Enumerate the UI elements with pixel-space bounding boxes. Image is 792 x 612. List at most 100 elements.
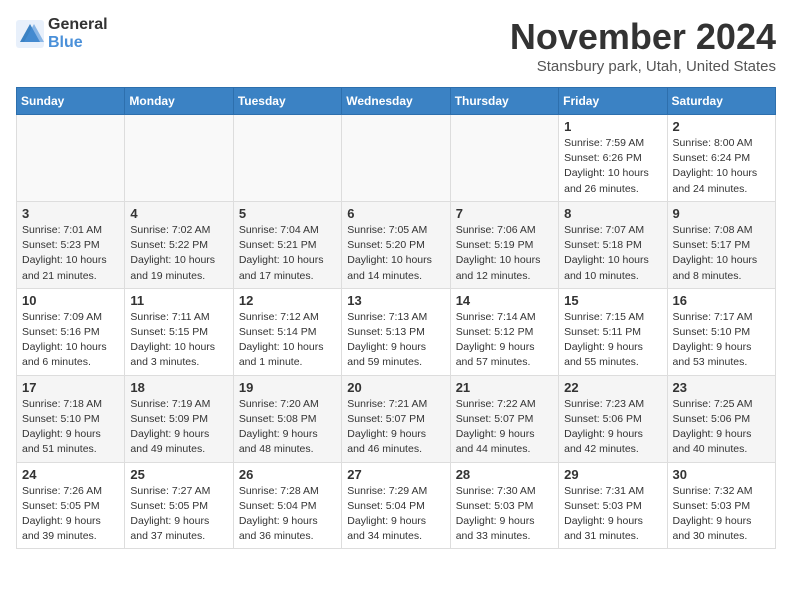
calendar-cell: 27 Sunrise: 7:29 AM Sunset: 5:04 PM Dayli…: [342, 462, 450, 549]
day-info: Sunrise: 7:08 AM Sunset: 5:17 PM Dayligh…: [673, 223, 770, 284]
calendar-cell: 22 Sunrise: 7:23 AM Sunset: 5:06 PM Dayli…: [559, 375, 667, 462]
calendar-cell: [450, 115, 558, 202]
calendar-cell: 6Sunrise: 7:05 AM Sunset: 5:20 PM Daylig…: [342, 201, 450, 288]
day-number: 28: [456, 467, 553, 482]
day-info: Sunrise: 7:27 AM Sunset: 5:05 PM Dayligh…: [130, 484, 227, 545]
calendar-cell: 1 Sunrise: 7:59 AM Sunset: 6:26 PM Daylig…: [559, 115, 667, 202]
day-number: 10: [22, 293, 119, 308]
day-info: Sunrise: 7:13 AM Sunset: 5:13 PM Dayligh…: [347, 310, 444, 371]
day-info: Sunrise: 7:17 AM Sunset: 5:10 PM Dayligh…: [673, 310, 770, 371]
calendar-cell: 14Sunrise: 7:14 AM Sunset: 5:12 PM Dayli…: [450, 288, 558, 375]
logo: General Blue: [16, 16, 108, 51]
day-number: 13: [347, 293, 444, 308]
day-number: 23: [673, 380, 770, 395]
day-number: 20: [347, 380, 444, 395]
day-number: 11: [130, 293, 227, 308]
calendar-cell: [17, 115, 125, 202]
day-number: 3: [22, 206, 119, 221]
day-number: 5: [239, 206, 336, 221]
day-info: Sunrise: 7:11 AM Sunset: 5:15 PM Dayligh…: [130, 310, 227, 371]
day-info: Sunrise: 7:02 AM Sunset: 5:22 PM Dayligh…: [130, 223, 227, 284]
calendar-cell: [233, 115, 341, 202]
day-number: 12: [239, 293, 336, 308]
calendar-week-1: 1 Sunrise: 7:59 AM Sunset: 6:26 PM Daylig…: [17, 115, 776, 202]
day-info: Sunrise: 7:20 AM Sunset: 5:08 PM Dayligh…: [239, 397, 336, 458]
day-number: 15: [564, 293, 661, 308]
calendar-cell: 7 Sunrise: 7:06 AM Sunset: 5:19 PM Daylig…: [450, 201, 558, 288]
day-info: Sunrise: 7:01 AM Sunset: 5:23 PM Dayligh…: [22, 223, 119, 284]
calendar-cell: 15 Sunrise: 7:15 AM Sunset: 5:11 PM Dayli…: [559, 288, 667, 375]
day-number: 22: [564, 380, 661, 395]
calendar-cell: 19 Sunrise: 7:20 AM Sunset: 5:08 PM Dayli…: [233, 375, 341, 462]
day-info: Sunrise: 8:00 AM Sunset: 6:24 PM Dayligh…: [673, 136, 770, 197]
day-number: 8: [564, 206, 661, 221]
logo-icon: [16, 20, 44, 48]
calendar-cell: 28Sunrise: 7:30 AM Sunset: 5:03 PM Dayli…: [450, 462, 558, 549]
weekday-header-thursday: Thursday: [450, 88, 558, 115]
logo-blue: Blue: [48, 34, 83, 51]
calendar-cell: 23 Sunrise: 7:25 AM Sunset: 5:06 PM Dayli…: [667, 375, 775, 462]
day-number: 7: [456, 206, 553, 221]
calendar-cell: 20Sunrise: 7:21 AM Sunset: 5:07 PM Dayli…: [342, 375, 450, 462]
day-number: 2: [673, 119, 770, 134]
day-number: 19: [239, 380, 336, 395]
calendar-cell: 21 Sunrise: 7:22 AM Sunset: 5:07 PM Dayli…: [450, 375, 558, 462]
calendar-cell: 29 Sunrise: 7:31 AM Sunset: 5:03 PM Dayli…: [559, 462, 667, 549]
day-number: 26: [239, 467, 336, 482]
calendar-cell: 9Sunrise: 7:08 AM Sunset: 5:17 PM Daylig…: [667, 201, 775, 288]
day-info: Sunrise: 7:18 AM Sunset: 5:10 PM Dayligh…: [22, 397, 119, 458]
day-info: Sunrise: 7:26 AM Sunset: 5:05 PM Dayligh…: [22, 484, 119, 545]
day-info: Sunrise: 7:28 AM Sunset: 5:04 PM Dayligh…: [239, 484, 336, 545]
day-info: Sunrise: 7:32 AM Sunset: 5:03 PM Dayligh…: [673, 484, 770, 545]
calendar-week-4: 17 Sunrise: 7:18 AM Sunset: 5:10 PM Dayli…: [17, 375, 776, 462]
calendar-cell: 5 Sunrise: 7:04 AM Sunset: 5:21 PM Daylig…: [233, 201, 341, 288]
calendar-cell: 2 Sunrise: 8:00 AM Sunset: 6:24 PM Daylig…: [667, 115, 775, 202]
day-number: 29: [564, 467, 661, 482]
month-title: November 2024: [510, 16, 776, 58]
day-number: 6: [347, 206, 444, 221]
calendar-cell: 26 Sunrise: 7:28 AM Sunset: 5:04 PM Dayli…: [233, 462, 341, 549]
day-info: Sunrise: 7:31 AM Sunset: 5:03 PM Dayligh…: [564, 484, 661, 545]
day-number: 30: [673, 467, 770, 482]
weekday-header-monday: Monday: [125, 88, 233, 115]
calendar-week-5: 24 Sunrise: 7:26 AM Sunset: 5:05 PM Dayli…: [17, 462, 776, 549]
day-number: 27: [347, 467, 444, 482]
day-info: Sunrise: 7:23 AM Sunset: 5:06 PM Dayligh…: [564, 397, 661, 458]
day-number: 24: [22, 467, 119, 482]
day-info: Sunrise: 7:09 AM Sunset: 5:16 PM Dayligh…: [22, 310, 119, 371]
day-info: Sunrise: 7:15 AM Sunset: 5:11 PM Dayligh…: [564, 310, 661, 371]
day-info: Sunrise: 7:29 AM Sunset: 5:04 PM Dayligh…: [347, 484, 444, 545]
weekday-header-tuesday: Tuesday: [233, 88, 341, 115]
title-area: November 2024 Stansbury park, Utah, Unit…: [510, 16, 776, 75]
calendar-cell: [125, 115, 233, 202]
location-title: Stansbury park, Utah, United States: [510, 58, 776, 75]
calendar-week-3: 10 Sunrise: 7:09 AM Sunset: 5:16 PM Dayli…: [17, 288, 776, 375]
day-info: Sunrise: 7:22 AM Sunset: 5:07 PM Dayligh…: [456, 397, 553, 458]
calendar-cell: 24 Sunrise: 7:26 AM Sunset: 5:05 PM Dayli…: [17, 462, 125, 549]
calendar-cell: 25 Sunrise: 7:27 AM Sunset: 5:05 PM Dayli…: [125, 462, 233, 549]
calendar-cell: 8Sunrise: 7:07 AM Sunset: 5:18 PM Daylig…: [559, 201, 667, 288]
day-number: 18: [130, 380, 227, 395]
day-info: Sunrise: 7:59 AM Sunset: 6:26 PM Dayligh…: [564, 136, 661, 197]
day-info: Sunrise: 7:04 AM Sunset: 5:21 PM Dayligh…: [239, 223, 336, 284]
day-info: Sunrise: 7:19 AM Sunset: 5:09 PM Dayligh…: [130, 397, 227, 458]
calendar-week-2: 3 Sunrise: 7:01 AM Sunset: 5:23 PM Daylig…: [17, 201, 776, 288]
calendar-cell: 16 Sunrise: 7:17 AM Sunset: 5:10 PM Dayli…: [667, 288, 775, 375]
day-number: 4: [130, 206, 227, 221]
day-number: 25: [130, 467, 227, 482]
day-info: Sunrise: 7:06 AM Sunset: 5:19 PM Dayligh…: [456, 223, 553, 284]
calendar-cell: 3 Sunrise: 7:01 AM Sunset: 5:23 PM Daylig…: [17, 201, 125, 288]
calendar-cell: 12Sunrise: 7:12 AM Sunset: 5:14 PM Dayli…: [233, 288, 341, 375]
day-number: 16: [673, 293, 770, 308]
calendar-cell: 17 Sunrise: 7:18 AM Sunset: 5:10 PM Dayli…: [17, 375, 125, 462]
weekday-header-wednesday: Wednesday: [342, 88, 450, 115]
day-info: Sunrise: 7:14 AM Sunset: 5:12 PM Dayligh…: [456, 310, 553, 371]
day-info: Sunrise: 7:25 AM Sunset: 5:06 PM Dayligh…: [673, 397, 770, 458]
calendar: SundayMondayTuesdayWednesdayThursdayFrid…: [16, 87, 776, 549]
calendar-cell: 4 Sunrise: 7:02 AM Sunset: 5:22 PM Daylig…: [125, 201, 233, 288]
day-number: 17: [22, 380, 119, 395]
day-number: 1: [564, 119, 661, 134]
calendar-cell: 11 Sunrise: 7:11 AM Sunset: 5:15 PM Dayli…: [125, 288, 233, 375]
day-number: 21: [456, 380, 553, 395]
calendar-cell: 30 Sunrise: 7:32 AM Sunset: 5:03 PM Dayli…: [667, 462, 775, 549]
